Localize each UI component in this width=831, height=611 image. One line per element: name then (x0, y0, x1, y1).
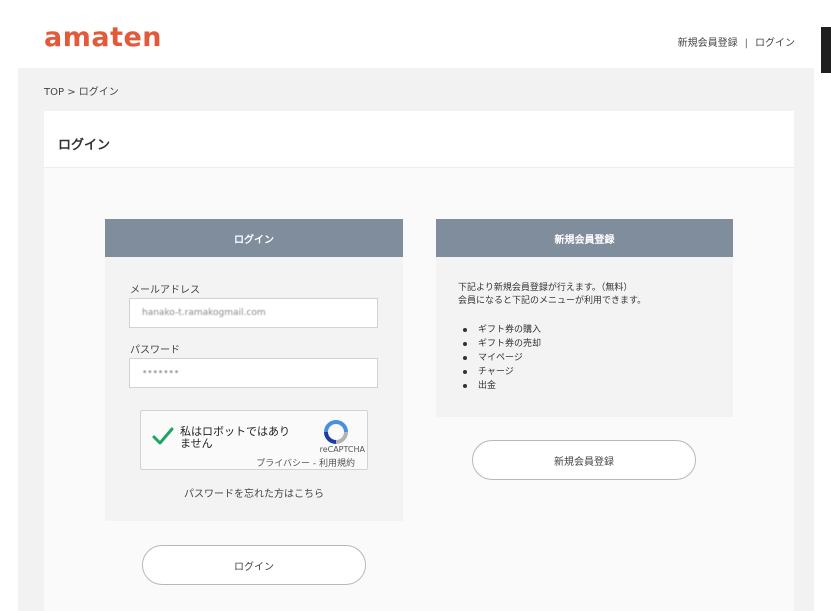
list-item: マイページ (458, 351, 541, 365)
list-item: ギフト券の購入 (458, 323, 541, 337)
recaptcha-brand: reCAPTCHA (319, 445, 365, 454)
header-nav: 新規会員登録 | ログイン (678, 34, 795, 49)
register-info-box: 新規会員登録 下記より新規会員登録が行えます。（無料） 会員になると下記のメニュ… (436, 219, 733, 417)
breadcrumb[interactable]: TOP > ログイン (44, 83, 119, 98)
recaptcha-links[interactable]: プライバシー - 利用規約 (256, 456, 355, 469)
email-value: hanako-t.ramakogmail.com (142, 308, 266, 318)
login-button[interactable]: ログイン (142, 545, 366, 585)
side-tab (821, 27, 831, 73)
header-separator: | (744, 38, 748, 49)
forgot-password-link[interactable]: パスワードを忘れた方はこちら (105, 485, 403, 500)
email-label: メールアドレス (130, 285, 200, 296)
page-title: ログイン (58, 138, 111, 153)
recaptcha-label: 私はロボットではありません (180, 425, 290, 450)
site-header: amaten 新規会員登録 | ログイン (0, 0, 831, 68)
password-field[interactable]: ••••••• (129, 358, 378, 388)
register-button[interactable]: 新規会員登録 (472, 440, 696, 480)
amaten-logo[interactable]: amaten (44, 22, 162, 53)
list-item: チャージ (458, 365, 541, 379)
register-box-heading: 新規会員登録 (436, 219, 733, 257)
checkmark-icon[interactable] (151, 424, 175, 448)
header-register-link[interactable]: 新規会員登録 (678, 34, 738, 49)
recaptcha-icon (324, 420, 348, 444)
register-desc-line1: 下記より新規会員登録が行えます。（無料） (458, 283, 633, 293)
register-desc-line2: 会員になると下記のメニューが利用できます。 (458, 296, 647, 306)
email-field[interactable]: hanako-t.ramakogmail.com (129, 298, 378, 328)
login-box-heading: ログイン (105, 219, 403, 257)
password-value: ••••••• (142, 368, 180, 378)
list-item: 出金 (458, 379, 541, 393)
member-benefits-list: ギフト券の購入 ギフト券の売却 マイページ チャージ 出金 (458, 323, 541, 393)
list-item: ギフト券の売却 (458, 337, 541, 351)
login-form-box: ログイン メールアドレス hanako-t.ramakogmail.com パス… (105, 219, 403, 521)
password-label: パスワード (130, 345, 180, 356)
register-description: 下記より新規会員登録が行えます。（無料） 会員になると下記のメニューが利用できま… (458, 282, 646, 308)
header-login-link[interactable]: ログイン (755, 34, 795, 49)
recaptcha-widget: 私はロボットではありません reCAPTCHA プライバシー - 利用規約 (140, 410, 368, 470)
